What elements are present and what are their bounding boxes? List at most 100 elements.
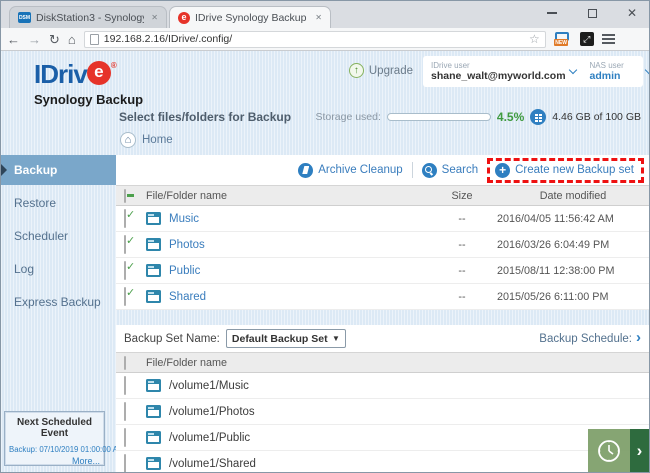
bookmark-star-icon[interactable]: ☆ [529,32,540,46]
upgrade-arrow-icon: ↑ [348,63,364,78]
table-row[interactable]: /volume1/Shared [116,451,649,472]
chevron-right-icon: › [636,329,641,346]
nas-user-label: NAS user [589,60,624,70]
volume-path: /volume1/Music [169,379,249,392]
table-row[interactable]: Shared -- 2015/05/26 6:11:00 PM [116,284,649,310]
page-title: Select files/folders for Backup [119,110,292,124]
breadcrumb-home[interactable]: ⌂ Home [120,132,173,148]
tab-diskstation[interactable]: DSM DiskStation3 - Synology D ✕ [9,6,167,28]
window-controls: ✕ [539,3,645,23]
sidebar-item-express-backup[interactable]: Express Backup [1,287,116,317]
table-row[interactable]: Photos -- 2016/03/26 6:04:49 PM [116,232,649,258]
chevron-down-icon [568,65,577,75]
table-row[interactable]: /volume1/Public [116,425,649,451]
browser-menu-icon[interactable] [601,34,615,44]
row-checkbox[interactable] [124,260,126,280]
create-new-backup-set-button[interactable]: + Create new Backup set [487,157,644,183]
folder-name-link[interactable]: Public [169,265,200,277]
nas-user-dropdown[interactable]: NAS user admin [589,60,649,82]
clock-icon [598,439,620,462]
backup-schedule-link[interactable]: Backup Schedule: › [539,329,641,346]
back-icon[interactable]: ← [7,33,20,46]
actions-toolbar: Archive Cleanup Search + Create new Back… [116,155,649,185]
select-all-checkbox[interactable] [124,188,126,203]
plus-icon: + [495,162,511,178]
url-text[interactable]: 192.168.2.16/IDrive/.config/ [104,33,524,45]
row-checkbox[interactable] [124,453,126,472]
home-icon[interactable]: ⌂ [68,33,76,46]
folder-name-link[interactable]: Photos [169,239,205,251]
address-bar[interactable]: 192.168.2.16/IDrive/.config/ ☆ [83,30,546,48]
home-breadcrumb-icon: ⌂ [120,132,136,148]
idrive-user-dropdown[interactable]: IDrive user shane_walt@myworld.com [431,60,577,83]
slideout-overlay: › [588,429,649,472]
main-content: Archive Cleanup Search + Create new Back… [116,155,649,472]
upgrade-button[interactable]: ↑ Upgrade [348,63,413,78]
reload-icon[interactable]: ↻ [49,33,60,46]
row-checkbox[interactable] [124,234,126,254]
storage-usage: 4.46 GB of 100 GB [552,111,641,123]
table-row[interactable]: Music -- 2016/04/05 11:56:42 AM [116,206,649,232]
folder-icon [146,457,161,470]
minimize-button[interactable] [539,4,565,22]
name-column-header: File/Folder name [146,356,228,369]
folder-icon [146,290,161,303]
table-row[interactable]: Public -- 2015/08/11 12:38:00 PM [116,258,649,284]
logo-e-icon: e [86,61,111,85]
extension-new-icon[interactable]: NEW [553,32,572,46]
select-all-checkbox[interactable] [124,355,126,370]
nse-title: Next Scheduled Event [16,417,93,439]
idrive-user-label: IDrive user [431,60,470,70]
logo-text: IDriv [34,59,88,89]
folder-icon [146,405,161,418]
sidebar-item-backup[interactable]: Backup [1,155,116,185]
storage-used: Storage used: 4.5% 4.46 GB of 100 GB [316,109,641,125]
tab-close-icon[interactable]: ✕ [313,11,324,24]
volume-path: /volume1/Public [169,431,251,444]
name-column-header: File/Folder name [146,189,228,202]
fullscreen-extension-icon[interactable]: ⤢ [579,32,594,46]
calculator-icon[interactable] [530,109,547,125]
sidebar-item-scheduler[interactable]: Scheduler [1,221,116,251]
maximize-button[interactable] [579,4,605,22]
folder-icon [146,431,161,444]
storage-bar [386,113,491,121]
sidebar-item-log[interactable]: Log [1,254,116,284]
archive-cleanup-icon [298,162,314,178]
search-icon [421,162,437,178]
sidebar: Backup Restore Scheduler Log Express Bac… [1,155,124,472]
row-checkbox[interactable] [124,427,126,447]
row-checkbox[interactable] [124,375,126,395]
table-row[interactable]: /volume1/Photos [116,399,649,425]
row-checkbox[interactable] [124,401,126,421]
folder-name-link[interactable]: Shared [169,291,206,303]
row-checkbox[interactable] [124,286,126,306]
folder-icon [146,212,161,225]
forward-icon[interactable]: → [28,33,41,46]
browser-window: DSM DiskStation3 - Synology D ✕ e IDrive… [0,0,650,473]
backup-set-select[interactable]: Default Backup Set ▼ [225,329,346,348]
nse-more-link[interactable]: More... [9,456,100,466]
tab-close-icon[interactable]: ✕ [149,11,160,24]
archive-cleanup-button[interactable]: Archive Cleanup [298,162,403,178]
search-button[interactable]: Search [421,162,478,178]
table-row[interactable]: /volume1/Music [116,373,649,399]
folder-icon [146,264,161,277]
size-column-header: Size [451,189,473,202]
page-icon [89,33,99,45]
sidebar-item-restore[interactable]: Restore [1,188,116,218]
tab-idrive[interactable]: e IDrive Synology Backup A ✕ [169,6,331,28]
row-checkbox[interactable] [124,208,126,228]
clock-panel [588,429,630,472]
idrive-favicon-icon: e [178,11,190,24]
storage-label: Storage used: [315,111,381,123]
date-column-header: Date modified [539,189,607,202]
tab-title: IDrive Synology Backup A [195,11,309,24]
idrive-logo: IDriv e ® Synology Backup [34,59,143,107]
slideout-toggle[interactable]: › [630,429,649,472]
folder-name-link[interactable]: Music [169,213,199,225]
folder-icon [146,379,161,392]
page: IDriv e ® Synology Backup ↑ Upgrade IDri… [1,51,649,472]
close-button[interactable]: ✕ [619,4,645,22]
idrive-user-value: shane_walt@myworld.com [431,70,566,83]
